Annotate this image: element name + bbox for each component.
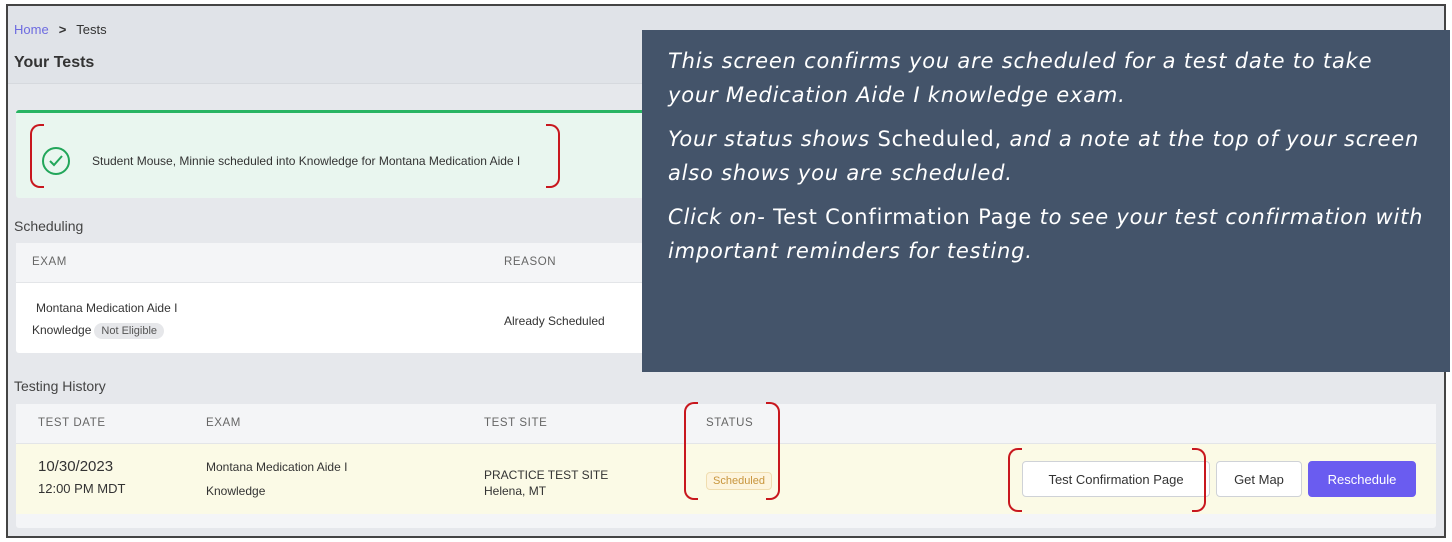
annotation-bracket (546, 124, 560, 188)
callout-emphasis: Scheduled, (877, 127, 1002, 151)
annotation-bracket (1008, 448, 1022, 512)
test-site-location: Helena, MT (484, 484, 547, 498)
callout-paragraph-2: Your status shows Scheduled, and a note … (668, 122, 1424, 190)
testing-history-table: TEST DATE EXAM TEST SITE STATUS 10/30/20… (16, 404, 1436, 528)
annotation-bracket (684, 402, 698, 500)
col-test-date: TEST DATE (38, 417, 106, 429)
breadcrumb-separator: > (58, 22, 67, 37)
exam-name: Montana Medication Aide I (36, 301, 178, 315)
callout-paragraph-1: This screen confirms you are scheduled f… (668, 49, 1373, 107)
breadcrumb: Home > Tests (14, 22, 107, 37)
status-badge: Scheduled (706, 472, 772, 490)
callout-text: Your status shows (668, 127, 878, 151)
annotation-bracket (1192, 448, 1206, 512)
breadcrumb-home-link[interactable]: Home (14, 22, 49, 37)
exam-type: Knowledge (32, 323, 92, 337)
col-test-site: TEST SITE (484, 417, 548, 429)
test-site-name: PRACTICE TEST SITE (484, 468, 609, 482)
history-exam-name: Montana Medication Aide I (206, 460, 348, 474)
test-date: 10/30/2023 (38, 458, 114, 475)
breadcrumb-current: Tests (76, 22, 107, 37)
scheduling-heading: Scheduling (14, 218, 84, 234)
exam-type-group: Knowledge Not Eligible (32, 323, 165, 339)
eligibility-badge: Not Eligible (94, 323, 165, 339)
history-table-header: TEST DATE EXAM TEST SITE STATUS (16, 404, 1436, 444)
col-status: STATUS (706, 417, 754, 429)
get-map-button[interactable]: Get Map (1216, 461, 1302, 497)
callout-text: Click on- (668, 205, 774, 229)
test-confirmation-button[interactable]: Test Confirmation Page (1022, 461, 1210, 497)
page-title: Your Tests (14, 54, 95, 71)
reschedule-button[interactable]: Reschedule (1308, 461, 1416, 497)
success-alert: Student Mouse, Minnie scheduled into Kno… (16, 110, 676, 198)
callout-paragraph-3: Click on- Test Confirmation Page to see … (668, 200, 1424, 268)
callout-emphasis: Test Confirmation Page (773, 205, 1033, 229)
annotation-bracket (766, 402, 780, 500)
instruction-callout: This screen confirms you are scheduled f… (642, 30, 1450, 372)
alert-message: Student Mouse, Minnie scheduled into Kno… (92, 154, 521, 168)
reason-text: Already Scheduled (504, 314, 605, 328)
col-exam: EXAM (206, 417, 241, 429)
check-circle-icon (42, 147, 70, 175)
history-exam-type: Knowledge (206, 484, 266, 498)
col-exam: EXAM (32, 256, 67, 268)
table-row: 10/30/2023 12:00 PM MDT Montana Medicati… (16, 444, 1436, 514)
col-reason: REASON (504, 256, 557, 268)
history-heading: Testing History (14, 378, 106, 394)
test-time: 12:00 PM MDT (38, 481, 126, 496)
annotation-bracket (30, 124, 44, 188)
